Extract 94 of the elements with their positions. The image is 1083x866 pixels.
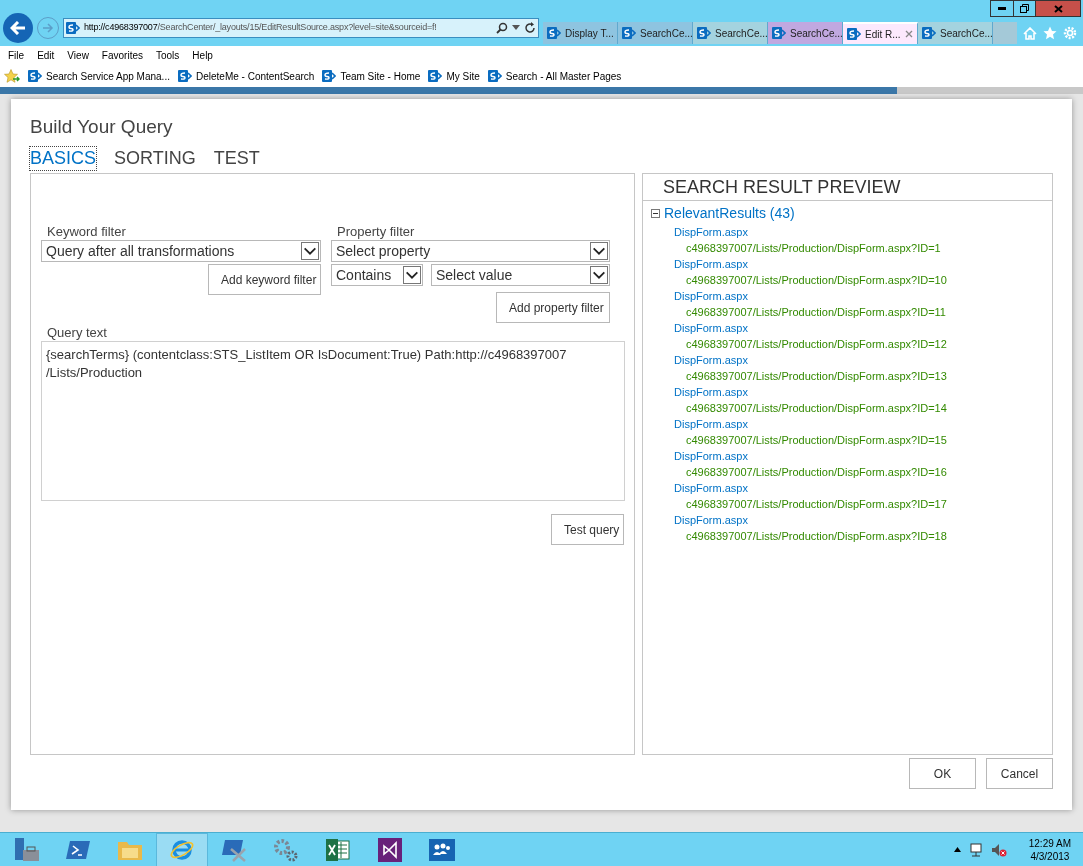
query-text-label: Query text (46, 325, 108, 341)
sharepoint-icon (28, 69, 42, 83)
chevron-down-icon (301, 242, 319, 260)
menu-item[interactable]: Help (192, 48, 213, 63)
favorite-link[interactable]: Search Service App Mana... (28, 68, 170, 84)
restore-icon (1020, 4, 1029, 13)
caret-up-icon[interactable] (953, 847, 961, 852)
close-icon[interactable] (905, 30, 913, 38)
arrow-right-icon (42, 23, 54, 33)
menu-item[interactable]: Favorites (101, 48, 143, 63)
close-icon (1053, 4, 1063, 13)
sharepoint-icon (428, 69, 443, 83)
arrow-left-icon (10, 21, 26, 35)
sharepoint-icon (177, 69, 192, 83)
favorites-star-icon[interactable] (4, 69, 20, 83)
ok-button[interactable]: OK (909, 758, 976, 789)
value-select[interactable]: Select value (431, 264, 610, 286)
search-icon[interactable] (496, 22, 508, 34)
result-url: c4968397007/Lists/Production/DispForm.aspx?ID=10 (685, 273, 948, 288)
browser-tab[interactable]: Edit R... (843, 22, 918, 44)
sharepoint-icon (66, 21, 80, 35)
test-query-button[interactable]: Test query (551, 514, 624, 545)
operator-select[interactable]: Contains (331, 264, 423, 286)
address-url: http://c4968397007/SearchCenter/_layouts/15/EditResultSource.aspx?level=site&sourceid=f! (84, 21, 438, 35)
sharepoint-icon (772, 26, 786, 40)
dropdown-caret-icon[interactable] (512, 25, 520, 31)
result-title-link[interactable]: DispForm.aspx (674, 512, 1052, 528)
favorite-link[interactable]: My Site (428, 68, 480, 84)
add-keyword-filter-button[interactable]: Add keyword filter (208, 264, 321, 295)
sharepoint-icon (697, 26, 711, 40)
chevron-down-icon (590, 242, 608, 260)
add-property-filter-button[interactable]: Add property filter (496, 292, 610, 323)
browser-tab[interactable]: SearchCe... (618, 22, 693, 44)
result-url: c4968397007/Lists/Production/DispForm.aspx?ID=18 (685, 529, 948, 544)
keyword-filter-label: Keyword filter (46, 224, 127, 240)
result-title-link[interactable]: DispForm.aspx (674, 320, 1052, 336)
favorite-link[interactable]: Team Site - Home (322, 68, 421, 84)
preview-title: SEARCH RESULT PREVIEW (643, 174, 1052, 201)
browser-tab[interactable]: SearchCe... (768, 22, 843, 44)
browser-tab[interactable]: SearchCe... (918, 22, 993, 44)
property-filter-label: Property filter (336, 224, 416, 240)
sharepoint-icon (922, 26, 936, 40)
result-url: c4968397007/Lists/Production/DispForm.aspx?ID=13 (685, 369, 948, 384)
minimize-icon (998, 7, 1006, 10)
back-button[interactable] (3, 13, 33, 43)
browser-tab[interactable]: Display T... (543, 22, 618, 44)
chevron-down-icon (590, 266, 608, 284)
result-url: c4968397007/Lists/Production/DispForm.aspx?ID=15 (685, 433, 948, 448)
star-icon[interactable] (1043, 26, 1057, 40)
clock[interactable]: 12:29 AM 4/3/2013 (1028, 836, 1071, 863)
property-select[interactable]: Select property (331, 240, 610, 262)
menu-item[interactable]: Tools (156, 48, 180, 63)
cancel-button[interactable]: Cancel (986, 758, 1053, 789)
result-title-link[interactable]: DispForm.aspx (674, 256, 1052, 272)
sharepoint-icon (547, 26, 561, 40)
dialog-title: Build Your Query (30, 115, 174, 139)
menu-item[interactable]: File (8, 48, 25, 63)
chevron-down-icon (403, 266, 421, 284)
result-title-link[interactable]: DispForm.aspx (674, 288, 1052, 304)
result-title-link[interactable]: DispForm.aspx (674, 352, 1052, 368)
query-text-field[interactable]: {searchTerms} (contentclass:STS_ListItem OR IsDocument:True) Path:http://c4968397007 /Lists/Production (41, 341, 625, 501)
dialog-tab[interactable]: SORTING (114, 147, 196, 170)
speaker-muted-icon[interactable] (990, 842, 1007, 857)
result-url: c4968397007/Lists/Production/DispForm.aspx?ID=17 (685, 497, 948, 512)
result-title-link[interactable]: DispForm.aspx (674, 224, 1052, 240)
collapse-icon[interactable] (651, 209, 660, 218)
sharepoint-icon (847, 27, 861, 41)
result-url: c4968397007/Lists/Production/DispForm.aspx?ID=14 (685, 401, 948, 416)
result-group-title[interactable]: RelevantResults (43) (664, 203, 795, 224)
sharepoint-icon (322, 69, 337, 83)
dialog-tab[interactable]: BASICS (30, 147, 97, 170)
menu-item[interactable]: Edit (37, 48, 55, 63)
sharepoint-icon (487, 69, 502, 83)
minimize-button[interactable] (990, 0, 1014, 17)
browser-tab[interactable]: SearchCe... (693, 22, 768, 44)
favorite-link[interactable]: DeleteMe - ContentSearch (177, 68, 315, 84)
result-title-link[interactable]: DispForm.aspx (674, 416, 1052, 432)
close-button[interactable] (1036, 0, 1081, 17)
menu-item[interactable]: View (67, 48, 89, 63)
result-title-link[interactable]: DispForm.aspx (674, 384, 1052, 400)
result-url: c4968397007/Lists/Production/DispForm.aspx?ID=16 (685, 465, 948, 480)
result-url: c4968397007/Lists/Production/DispForm.aspx?ID=11 (685, 305, 947, 320)
result-url: c4968397007/Lists/Production/DispForm.aspx?ID=12 (685, 337, 948, 352)
result-title-link[interactable]: DispForm.aspx (674, 480, 1052, 496)
dialog-tab[interactable]: TEST (213, 147, 260, 170)
keyword-filter-select[interactable]: Query after all transformations (41, 240, 321, 262)
favorite-link[interactable]: Search - All Master Pages (487, 68, 622, 84)
result-url: c4968397007/Lists/Production/DispForm.aspx?ID=1 (685, 241, 942, 256)
network-icon[interactable] (968, 842, 983, 857)
address-bar[interactable]: http://c4968397007/SearchCenter/_layouts/15/EditResultSource.aspx?level=site&sourceid=f! (63, 18, 539, 38)
result-title-link[interactable]: DispForm.aspx (674, 448, 1052, 464)
browser-icon[interactable] (156, 832, 208, 866)
sharepoint-icon (622, 26, 636, 40)
refresh-icon[interactable] (524, 22, 536, 34)
